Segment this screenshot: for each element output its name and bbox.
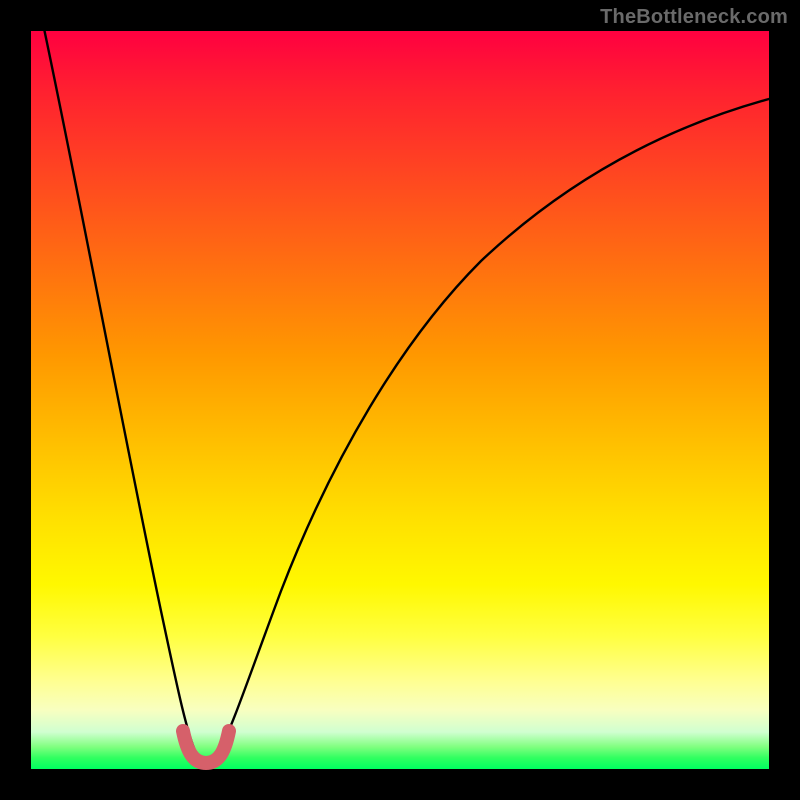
chart-frame: TheBottleneck.com [0, 0, 800, 800]
chart-svg [31, 31, 769, 769]
valley-highlight [183, 731, 229, 763]
watermark-text: TheBottleneck.com [600, 6, 788, 29]
bottleneck-curve [36, 0, 769, 762]
